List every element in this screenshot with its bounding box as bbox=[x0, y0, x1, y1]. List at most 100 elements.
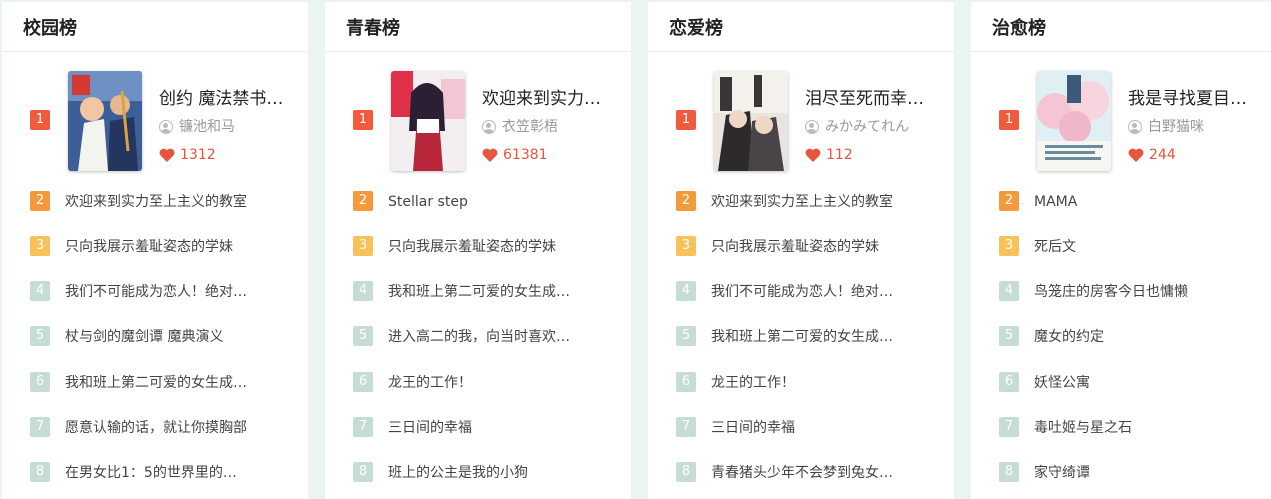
book-title[interactable]: 青春猪头少年不会梦到兔女郎学姐 bbox=[711, 463, 896, 483]
ranking-panel-healing: 治愈榜 1 我是寻找夏目的少年 白野猫咪 bbox=[971, 2, 1271, 499]
list-item[interactable]: 6 龙王的工作！ bbox=[668, 372, 954, 394]
author-name[interactable]: 镰池和马 bbox=[179, 118, 297, 136]
book-title[interactable]: 我是寻找夏目的少年 bbox=[1128, 84, 1260, 109]
list-item[interactable]: 6 我和班上第二可爱的女生成了朋友 bbox=[22, 372, 308, 394]
author-name[interactable]: みかみてれん bbox=[825, 118, 943, 136]
book-title[interactable]: 三日间的幸福 bbox=[711, 418, 896, 438]
rank-badge: 4 bbox=[676, 281, 696, 301]
likes-count: 244 bbox=[1149, 147, 1176, 163]
panel-title: 恋爱榜 bbox=[669, 18, 723, 39]
likes-count: 61381 bbox=[503, 147, 548, 163]
list-item[interactable]: 5 魔女的约定 bbox=[991, 326, 1271, 348]
book-title[interactable]: 欢迎来到实力至上主义的教室 bbox=[711, 192, 896, 212]
list-item[interactable]: 4 鸟笼庄的房客今日也慵懒 bbox=[991, 281, 1271, 303]
list-item[interactable]: 7 三日间的幸福 bbox=[668, 417, 954, 439]
rank-badge: 8 bbox=[676, 462, 696, 482]
panel-title: 校园榜 bbox=[23, 18, 77, 39]
rank-badge: 2 bbox=[30, 191, 50, 211]
rank-badge: 1 bbox=[30, 110, 50, 130]
book-title[interactable]: 我和班上第二可爱的女生成了朋友 bbox=[65, 373, 250, 393]
book-cover[interactable] bbox=[391, 71, 465, 171]
author-name[interactable]: 衣笠彰梧 bbox=[502, 118, 620, 136]
book-cover[interactable] bbox=[68, 71, 142, 171]
top-ranked-book[interactable]: 1 创约 魔法禁书目录 镰池和马 1312 bbox=[22, 71, 308, 173]
book-title[interactable]: 进入高二的我，向当时喜欢的人告白 bbox=[388, 327, 573, 347]
book-title[interactable]: 我们不可能成为恋人！绝对不行 bbox=[65, 282, 250, 302]
book-title[interactable]: 只向我展示羞耻姿态的学妹 bbox=[388, 237, 573, 257]
book-title[interactable]: 三日间的幸福 bbox=[388, 418, 573, 438]
book-title[interactable]: 泪尽至死而幸福的故事 bbox=[805, 84, 937, 109]
book-title[interactable]: MAMA bbox=[1034, 192, 1219, 212]
rank-badge: 1 bbox=[676, 110, 696, 130]
user-icon bbox=[1128, 120, 1142, 134]
list-item[interactable]: 5 我和班上第二可爱的女生成了朋友 bbox=[668, 326, 954, 348]
book-title[interactable]: 鸟笼庄的房客今日也慵懒 bbox=[1034, 282, 1219, 302]
author-name[interactable]: 白野猫咪 bbox=[1148, 118, 1266, 136]
book-title[interactable]: 死后文 bbox=[1034, 237, 1219, 257]
list-item[interactable]: 8 班上的公主是我的小狗 bbox=[345, 462, 631, 484]
rank-badge: 2 bbox=[353, 191, 373, 211]
author-row: 白野猫咪 bbox=[1128, 118, 1271, 138]
list-item[interactable]: 7 愿意认输的话，就让你摸胸部 bbox=[22, 417, 308, 439]
heart-icon bbox=[159, 148, 175, 162]
list-item[interactable]: 3 只向我展示羞耻姿态的学妹 bbox=[668, 236, 954, 258]
list-item[interactable]: 6 妖怪公寓 bbox=[991, 372, 1271, 394]
list-item[interactable]: 4 我和班上第二可爱的女生成了朋友 bbox=[345, 281, 631, 303]
book-title[interactable]: 杖与剑的魔剑谭 魔典演义 bbox=[65, 327, 250, 347]
author-row: 镰池和马 bbox=[159, 118, 308, 138]
list-item[interactable]: 5 杖与剑的魔剑谭 魔典演义 bbox=[22, 326, 308, 348]
book-title[interactable]: 魔女的约定 bbox=[1034, 327, 1219, 347]
book-title[interactable]: 愿意认输的话，就让你摸胸部 bbox=[65, 418, 250, 438]
top-ranked-book[interactable]: 1 泪尽至死而幸福的故事 みかみてれん bbox=[668, 71, 954, 173]
list-item[interactable]: 8 青春猪头少年不会梦到兔女郎学姐 bbox=[668, 462, 954, 484]
book-title[interactable]: 只向我展示羞耻姿态的学妹 bbox=[65, 237, 250, 257]
book-title[interactable]: 家守绮谭 bbox=[1034, 463, 1219, 483]
heart-icon bbox=[482, 148, 498, 162]
rank-badge: 1 bbox=[999, 110, 1019, 130]
list-item[interactable]: 2 MAMA bbox=[991, 191, 1271, 213]
list-item[interactable]: 6 龙王的工作！ bbox=[345, 372, 631, 394]
book-title[interactable]: 龙王的工作！ bbox=[388, 373, 573, 393]
ranking-panel-romance: 恋爱榜 1 泪尽至死而幸福的故事 みかみてれん bbox=[648, 2, 954, 499]
list-item[interactable]: 5 进入高二的我，向当时喜欢的人告白 bbox=[345, 326, 631, 348]
list-item[interactable]: 4 我们不可能成为恋人！绝对不行 bbox=[668, 281, 954, 303]
list-item[interactable]: 4 我们不可能成为恋人！绝对不行 bbox=[22, 281, 308, 303]
heart-icon bbox=[1128, 148, 1144, 162]
book-title[interactable]: 欢迎来到实力至上主义的教室 bbox=[65, 192, 250, 212]
ranking-panel-school: 校园榜 1 创约 魔法禁书目录 镰池和马 1312 2 欢迎来到实力至上主义的教… bbox=[2, 2, 308, 499]
book-title[interactable]: 班上的公主是我的小狗 bbox=[388, 463, 573, 483]
rank-badge: 5 bbox=[676, 326, 696, 346]
book-title[interactable]: 在男女比1：5的世界里的故事 bbox=[65, 463, 250, 483]
author-row: 衣笠彰梧 bbox=[482, 118, 631, 138]
book-title[interactable]: 我和班上第二可爱的女生成了朋友 bbox=[711, 327, 896, 347]
list-item[interactable]: 3 只向我展示羞耻姿态的学妹 bbox=[22, 236, 308, 258]
book-title[interactable]: 欢迎来到实力至上主义的教室 bbox=[482, 84, 614, 109]
list-item[interactable]: 3 死后文 bbox=[991, 236, 1271, 258]
book-cover[interactable] bbox=[1037, 71, 1111, 171]
top-ranked-book[interactable]: 1 我是寻找夏目的少年 白野猫咪 bbox=[991, 71, 1271, 173]
list-item[interactable]: 7 毒吐姬与星之石 bbox=[991, 417, 1271, 439]
book-title[interactable]: Stellar step bbox=[388, 192, 573, 212]
rank-badge: 8 bbox=[353, 462, 373, 482]
list-item[interactable]: 2 欢迎来到实力至上主义的教室 bbox=[668, 191, 954, 213]
list-item[interactable]: 3 只向我展示羞耻姿态的学妹 bbox=[345, 236, 631, 258]
panel-title: 青春榜 bbox=[346, 18, 400, 39]
list-item[interactable]: 7 三日间的幸福 bbox=[345, 417, 631, 439]
top-ranked-book[interactable]: 1 欢迎来到实力至上主义的教室 衣笠彰梧 61381 bbox=[345, 71, 631, 173]
panel-divider bbox=[648, 51, 954, 52]
book-title[interactable]: 龙王的工作！ bbox=[711, 373, 896, 393]
rank-badge: 6 bbox=[30, 372, 50, 392]
book-title[interactable]: 我们不可能成为恋人！绝对不行 bbox=[711, 282, 896, 302]
book-title[interactable]: 创约 魔法禁书目录 bbox=[159, 84, 291, 109]
book-title[interactable]: 只向我展示羞耻姿态的学妹 bbox=[711, 237, 896, 257]
list-item[interactable]: 2 欢迎来到实力至上主义的教室 bbox=[22, 191, 308, 213]
book-title[interactable]: 妖怪公寓 bbox=[1034, 373, 1219, 393]
book-cover[interactable] bbox=[714, 71, 788, 171]
rank-badge: 3 bbox=[30, 236, 50, 256]
list-item[interactable]: 8 家守绮谭 bbox=[991, 462, 1271, 484]
book-title[interactable]: 我和班上第二可爱的女生成了朋友 bbox=[388, 282, 573, 302]
list-item[interactable]: 8 在男女比1：5的世界里的故事 bbox=[22, 462, 308, 484]
rank-badge: 5 bbox=[999, 326, 1019, 346]
book-title[interactable]: 毒吐姬与星之石 bbox=[1034, 418, 1219, 438]
list-item[interactable]: 2 Stellar step bbox=[345, 191, 631, 213]
